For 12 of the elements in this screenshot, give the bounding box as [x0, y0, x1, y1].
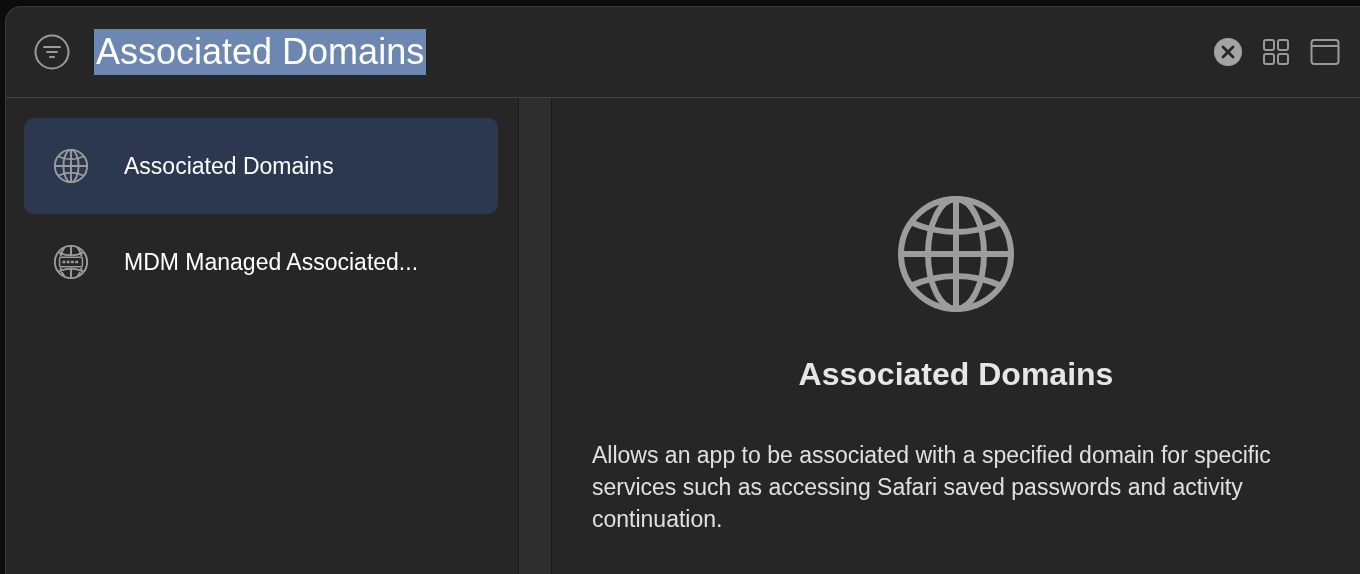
- detail-description: Allows an app to be associated with a specified domain for specific services such as accessing Safari saved passwords and activity continuation.: [591, 441, 1272, 534]
- search-field[interactable]: Associated Domains: [94, 29, 1194, 75]
- grid-view-icon[interactable]: [1262, 38, 1290, 66]
- detail-title: Associated Domains: [798, 356, 1114, 393]
- globe-icon: [896, 194, 1016, 314]
- sidebar-item[interactable]: Associated Domains: [24, 118, 498, 214]
- window-icon[interactable]: [1310, 38, 1340, 66]
- globe-badge-icon: [52, 243, 90, 281]
- clear-icon[interactable]: [1214, 38, 1242, 66]
- sidebar-item[interactable]: MDM Managed Associated...: [24, 214, 498, 310]
- filter-icon[interactable]: [34, 34, 70, 70]
- globe-icon: [52, 147, 90, 185]
